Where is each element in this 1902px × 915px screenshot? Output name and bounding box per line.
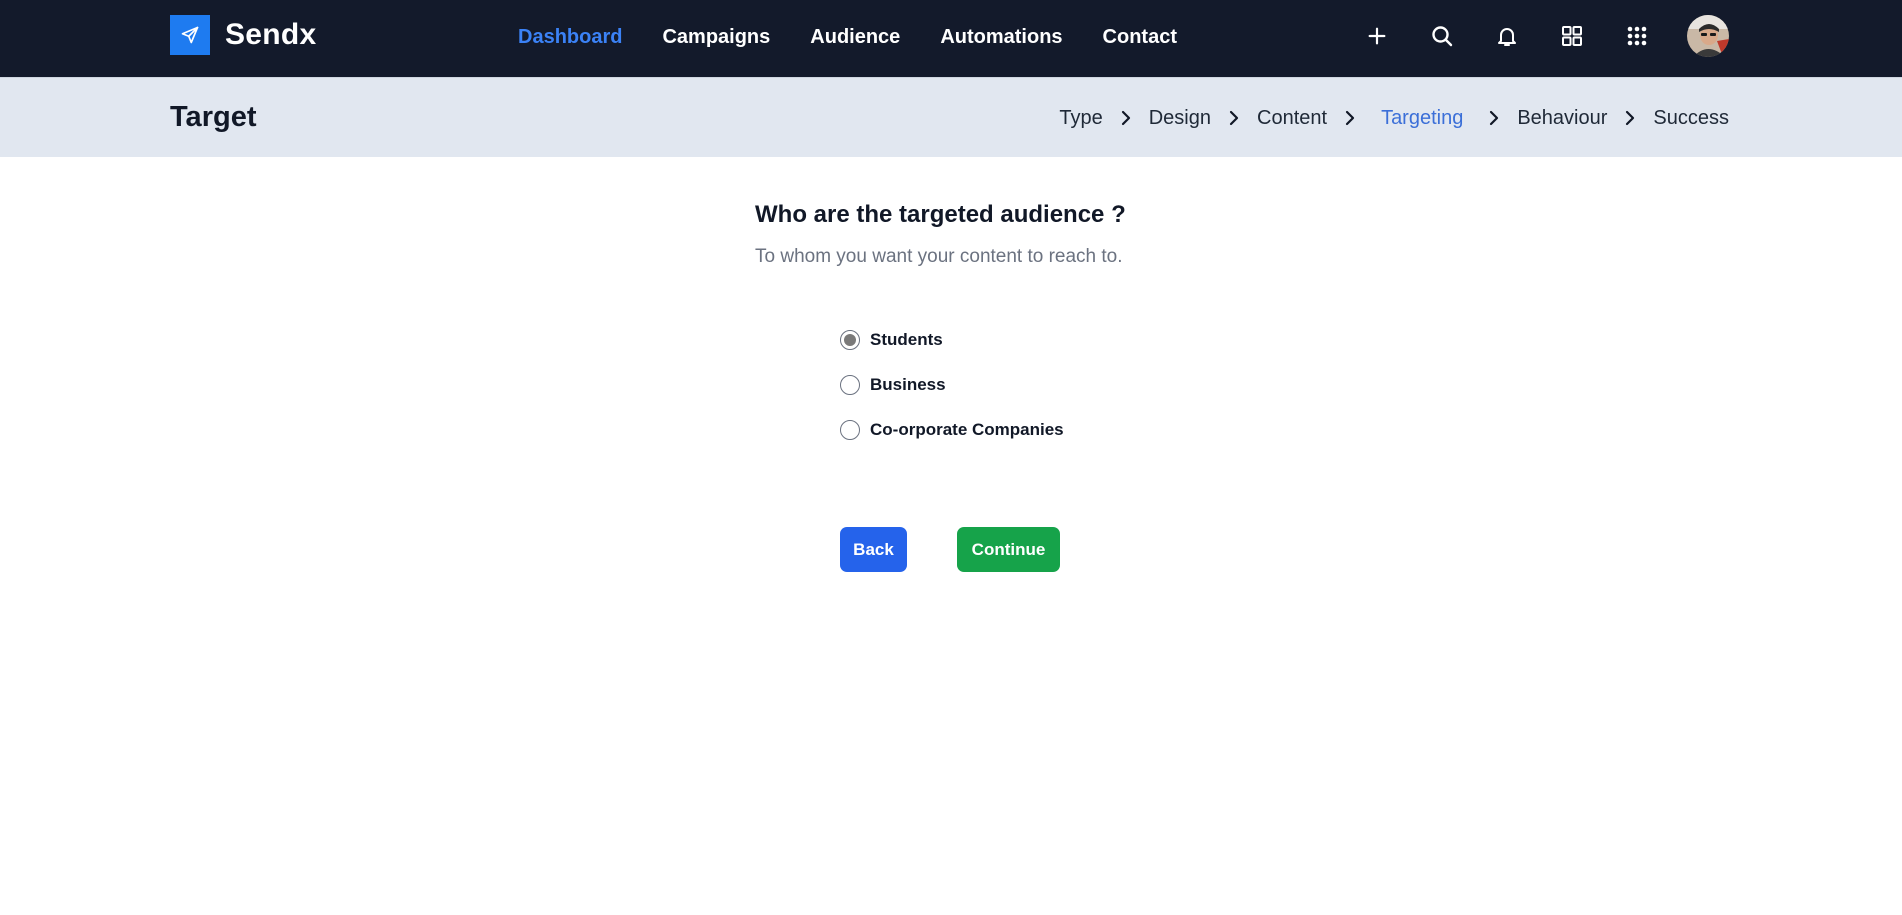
radio-button[interactable] (840, 420, 860, 440)
step-content[interactable]: Content (1257, 107, 1327, 130)
apps-icon[interactable] (1622, 21, 1652, 51)
nav-actions (1362, 14, 1729, 58)
bell-icon[interactable] (1492, 21, 1522, 51)
top-navbar: Sendx Dashboard Campaigns Audience Autom… (0, 0, 1902, 77)
brand-name: Sendx (225, 18, 317, 51)
question-heading: Who are the targeted audience ? (755, 201, 1126, 228)
chevron-right-icon (1343, 109, 1357, 127)
step-success[interactable]: Success (1653, 107, 1729, 130)
step-behaviour[interactable]: Behaviour (1517, 107, 1607, 130)
nav-link-audience[interactable]: Audience (810, 26, 900, 49)
chevron-right-icon (1623, 109, 1637, 127)
nav-link-contact[interactable]: Contact (1103, 26, 1177, 49)
page-title: Target (170, 101, 257, 133)
nav-link-campaigns[interactable]: Campaigns (662, 26, 770, 49)
nav-link-dashboard[interactable]: Dashboard (518, 26, 622, 49)
chevron-right-icon (1227, 109, 1241, 127)
nav-link-automations[interactable]: Automations (940, 26, 1062, 49)
chevron-right-icon (1487, 109, 1501, 127)
audience-radio-group: Students Business Co-orporate Companies (840, 328, 1064, 463)
plus-icon[interactable] (1362, 21, 1392, 51)
grid-icon[interactable] (1557, 21, 1587, 51)
page-header: Target Type Design Content Targeting Beh… (0, 77, 1902, 157)
radio-button[interactable] (840, 330, 860, 350)
continue-button[interactable]: Continue (957, 527, 1060, 572)
back-button[interactable]: Back (840, 527, 907, 572)
question-subtitle: To whom you want your content to reach t… (755, 246, 1123, 267)
step-breadcrumb: Type Design Content Targeting Behaviour … (1059, 105, 1729, 131)
step-type[interactable]: Type (1059, 107, 1102, 130)
option-label: Co-orporate Companies (870, 420, 1064, 439)
search-icon[interactable] (1427, 21, 1457, 51)
audience-option-companies[interactable]: Co-orporate Companies (840, 418, 1064, 442)
option-label: Business (870, 375, 946, 394)
paper-plane-icon (170, 15, 210, 55)
option-label: Students (870, 330, 943, 349)
audience-option-students[interactable]: Students (840, 328, 1064, 352)
audience-option-business[interactable]: Business (840, 373, 1064, 397)
chevron-right-icon (1119, 109, 1133, 127)
step-targeting[interactable]: Targeting (1381, 107, 1463, 130)
brand[interactable]: Sendx (170, 15, 317, 55)
step-design[interactable]: Design (1149, 107, 1211, 130)
radio-button[interactable] (840, 375, 860, 395)
user-avatar[interactable] (1687, 15, 1729, 57)
main-nav: Dashboard Campaigns Audience Automations… (518, 22, 1217, 52)
